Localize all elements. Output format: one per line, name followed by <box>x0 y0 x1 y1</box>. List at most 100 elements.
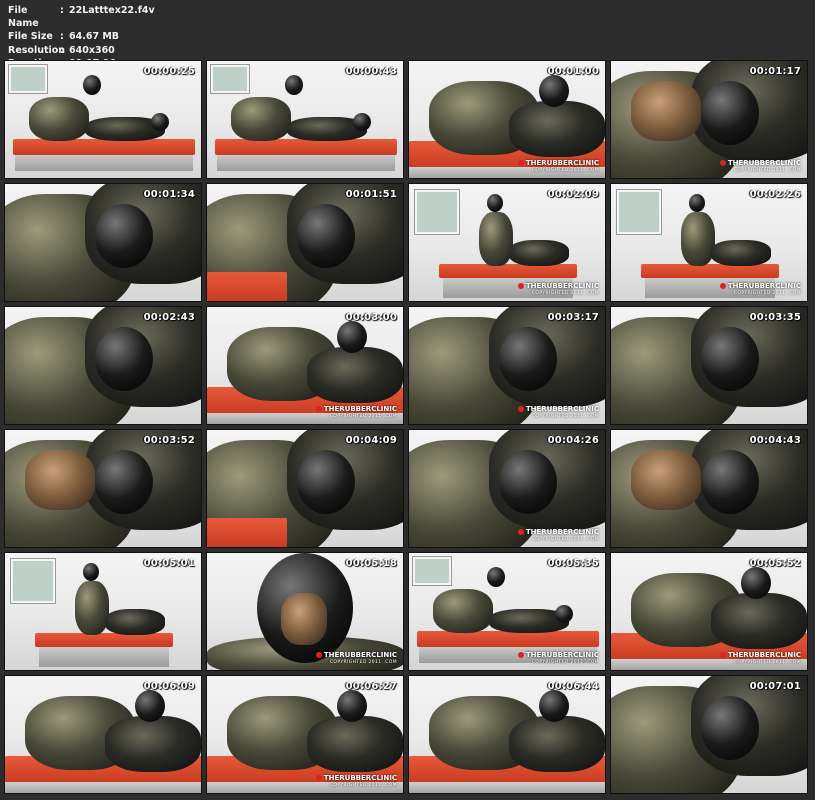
watermark-logo: THERUBBERCLINIC COPYRIGHTED 2011 .COM <box>517 651 599 666</box>
head-shape <box>135 690 165 722</box>
thumbnail-timestamp: 00:01:17 <box>749 66 801 77</box>
thumbnail[interactable]: 00:02:26 THERUBBERCLINIC COPYRIGHTED 2011 … <box>610 183 808 302</box>
logo-sub: COPYRIGHTED 2011 .COM <box>531 291 599 296</box>
logo-sub: COPYRIGHTED 2011 .COM <box>531 660 599 665</box>
head-shape <box>297 450 355 514</box>
file-info-separator: : <box>60 44 64 56</box>
file-info-value: 22Latttex22.f4v <box>69 5 155 16</box>
logo-mark-icon <box>517 652 524 658</box>
thumbnail-timestamp: 00:03:52 <box>143 435 195 446</box>
logo-mark-icon <box>719 283 726 289</box>
thumbnail[interactable]: 00:01:34 <box>4 183 202 302</box>
thumbnail[interactable]: 00:06:44 <box>408 675 606 794</box>
figure-shape <box>509 716 605 772</box>
figure-shape <box>433 589 493 633</box>
file-info-key: Resolution <box>8 44 66 56</box>
logo-sub: COPYRIGHTED 2011 .COM <box>733 660 801 665</box>
window-shape <box>617 190 661 234</box>
head-shape <box>701 696 759 760</box>
head-shape <box>555 605 573 623</box>
logo-sub: COPYRIGHTED 2011 .COM <box>531 168 599 173</box>
thumbnail[interactable]: 00:03:35 <box>610 306 808 425</box>
thumbnail[interactable]: 00:05:18 THERUBBERCLINIC COPYRIGHTED 2011 … <box>206 552 404 671</box>
figure-shape <box>509 101 605 157</box>
file-info-key: File Size <box>8 31 53 43</box>
head-shape <box>487 194 503 212</box>
thumbnail[interactable]: 00:04:09 <box>206 429 404 548</box>
thumbnail[interactable]: 00:05:35 THERUBBERCLINIC COPYRIGHTED 2011 … <box>408 552 606 671</box>
thumbnail[interactable]: 00:06:27 THERUBBERCLINIC COPYRIGHTED 2011 … <box>206 675 404 794</box>
window-shape <box>9 65 47 93</box>
file-info-row: File Size:64.67 MB <box>8 30 155 43</box>
table-base-shape <box>217 153 395 171</box>
watermark-logo: THERUBBERCLINIC COPYRIGHTED 2011 .COM <box>517 282 599 297</box>
thumbnail[interactable]: 00:05:01 <box>4 552 202 671</box>
logo-name: THERUBBERCLINIC <box>525 528 599 536</box>
logo-mark-icon <box>315 406 322 412</box>
thumbnail[interactable]: 00:02:43 <box>4 306 202 425</box>
logo-name: THERUBBERCLINIC <box>525 405 599 413</box>
figure-shape <box>105 716 201 772</box>
head-shape <box>297 204 355 268</box>
thumbnail-timestamp: 00:01:34 <box>143 189 195 200</box>
figure-shape <box>307 716 403 772</box>
thumbnail-timestamp: 00:06:27 <box>345 681 397 692</box>
watermark-logo: THERUBBERCLINIC COPYRIGHTED 2011 .COM <box>315 775 397 789</box>
thumbnail-timestamp: 00:03:00 <box>345 312 397 323</box>
head-shape <box>285 75 303 95</box>
figure-shape <box>105 609 165 635</box>
thumbnail[interactable]: 00:00:43 <box>206 60 404 179</box>
head-shape <box>701 81 759 145</box>
watermark-logo: THERUBBERCLINIC COPYRIGHTED 2011 .COM <box>719 652 801 666</box>
logo-mark-icon <box>517 529 524 535</box>
thumbnail-timestamp: 00:03:35 <box>749 312 801 323</box>
thumbnail-timestamp: 00:05:52 <box>749 558 801 569</box>
logo-sub: COPYRIGHTED 2011 .COM <box>733 291 801 296</box>
logo-name: THERUBBERCLINIC <box>525 282 599 290</box>
thumbnail-timestamp: 00:05:18 <box>345 558 397 569</box>
head-shape <box>337 321 367 353</box>
logo-sub: COPYRIGHTED 2011 .COM <box>329 414 397 419</box>
skin-shape <box>25 450 95 510</box>
thumbnail-timestamp: 00:03:17 <box>547 312 599 323</box>
file-info-row: File Name:22Latttex22.f4v <box>8 4 155 30</box>
thumbnail[interactable]: 00:03:17 THERUBBERCLINIC COPYRIGHTED 2011 … <box>408 306 606 425</box>
figure-shape <box>711 593 807 649</box>
thumbnail[interactable]: 00:03:52 <box>4 429 202 548</box>
logo-name: THERUBBERCLINIC <box>525 651 599 659</box>
head-shape <box>499 450 557 514</box>
logo-name: THERUBBERCLINIC <box>727 282 801 290</box>
head-shape <box>83 75 101 95</box>
thumbnail[interactable]: 00:03:00 THERUBBERCLINIC COPYRIGHTED 2011 … <box>206 306 404 425</box>
logo-name: THERUBBERCLINIC <box>323 405 397 413</box>
file-info-key: File Name <box>8 5 39 30</box>
window-shape <box>415 190 459 234</box>
watermark-logo: THERUBBERCLINIC COPYRIGHTED 2011 .COM <box>315 405 397 420</box>
thumbnail[interactable]: 00:02:09 THERUBBERCLINIC COPYRIGHTED 2011 … <box>408 183 606 302</box>
head-shape <box>689 194 705 212</box>
thumbnail[interactable]: 00:07:01 <box>610 675 808 794</box>
table-top-shape <box>207 518 287 547</box>
thumbnail-timestamp: 00:05:01 <box>143 558 195 569</box>
thumbnail[interactable]: 00:04:26 THERUBBERCLINIC COPYRIGHTED 2011 … <box>408 429 606 548</box>
thumbnail[interactable]: 00:01:51 <box>206 183 404 302</box>
skin-shape <box>631 81 701 141</box>
table-top-shape <box>35 633 173 647</box>
thumbnail[interactable]: 00:01:17 THERUBBERCLINIC COPYRIGHTED 2011 … <box>610 60 808 179</box>
figure-shape <box>75 581 109 635</box>
thumbnail-timestamp: 00:01:51 <box>345 189 397 200</box>
thumbnail[interactable]: 00:04:43 <box>610 429 808 548</box>
logo-name: THERUBBERCLINIC <box>323 651 397 659</box>
thumbnail[interactable]: 00:00:25 <box>4 60 202 179</box>
table-top-shape <box>439 264 577 278</box>
table-top-shape <box>417 631 599 647</box>
file-info-row: Resolution:640x360 <box>8 44 155 57</box>
thumbnail-grid: 00:00:25 00:00:43 00:01:00 THERUBBERCLINIC C… <box>4 60 812 798</box>
watermark-logo: THERUBBERCLINIC COPYRIGHTED 2011 .COM <box>315 651 397 666</box>
head-shape <box>701 327 759 391</box>
thumbnail[interactable]: 00:05:52 THERUBBERCLINIC COPYRIGHTED 2011 … <box>610 552 808 671</box>
logo-sub: COPYRIGHTED 2011 .COM <box>531 537 599 542</box>
thumbnail[interactable]: 00:01:00 THERUBBERCLINIC COPYRIGHTED 2011 … <box>408 60 606 179</box>
logo-name: THERUBBERCLINIC <box>525 159 599 167</box>
thumbnail[interactable]: 00:06:09 <box>4 675 202 794</box>
